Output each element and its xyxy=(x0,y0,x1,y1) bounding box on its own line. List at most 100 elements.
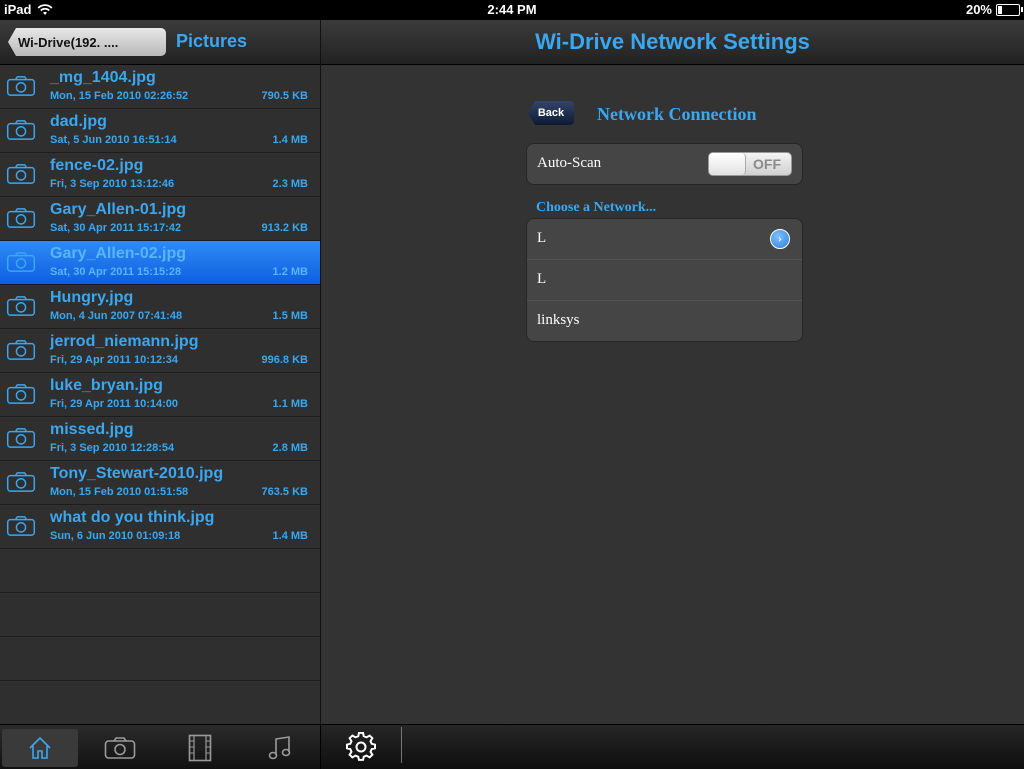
camera-icon xyxy=(6,340,36,360)
camera-icon xyxy=(6,164,36,184)
toolbar-divider xyxy=(401,727,402,763)
file-row[interactable]: Hungry.jpg Mon, 4 Jun 2007 07:41:48 1.5 MB xyxy=(0,285,320,329)
tab-camera[interactable] xyxy=(82,729,158,767)
file-size: 763.5 KB xyxy=(261,486,308,498)
file-name: dad.jpg xyxy=(50,113,107,130)
music-icon xyxy=(268,736,291,760)
camera-icon xyxy=(6,120,36,140)
back-button[interactable]: Back xyxy=(528,101,574,125)
file-name: missed.jpg xyxy=(50,421,134,438)
file-date: Fri, 29 Apr 2011 10:12:34 xyxy=(50,354,179,366)
file-row[interactable]: _mg_1404.jpg Mon, 15 Feb 2010 02:26:52 790… xyxy=(0,65,320,109)
file-size: 2.3 MB xyxy=(272,178,308,190)
camera-icon xyxy=(6,428,36,448)
file-size: 1.4 MB xyxy=(272,134,308,146)
file-size: 790.5 KB xyxy=(261,90,308,102)
tab-video[interactable] xyxy=(162,729,238,767)
wi-drive-back-button[interactable]: Wi-Drive(192. .... xyxy=(8,28,166,56)
file-date: Sat, 30 Apr 2011 15:15:28 xyxy=(50,266,182,278)
auto-scan-label: Auto-Scan xyxy=(537,155,602,171)
file-size: 2.8 MB xyxy=(272,442,308,454)
toggle-state: OFF xyxy=(753,156,781,172)
file-name: what do you think.jpg xyxy=(50,509,215,526)
file-size: 1.1 MB xyxy=(272,398,308,410)
camera-icon xyxy=(6,384,36,404)
file-size: 1.4 MB xyxy=(272,530,308,542)
status-bar: iPad 2:44 PM 20% xyxy=(0,0,1024,20)
file-date: Sat, 30 Apr 2011 15:17:42 xyxy=(50,222,182,234)
auto-scan-group: Auto-Scan OFF xyxy=(526,143,803,185)
auto-scan-row: Auto-Scan OFF xyxy=(527,144,802,184)
file-date: Sat, 5 Jun 2010 16:51:14 xyxy=(50,134,177,146)
detail-disclosure-icon[interactable]: › xyxy=(770,229,790,249)
camera-icon xyxy=(6,76,36,96)
status-right: 20% xyxy=(965,2,1023,17)
file-date: Fri, 3 Sep 2010 12:28:54 xyxy=(50,442,175,454)
tab-music[interactable] xyxy=(242,729,318,767)
choose-network-label: Choose a Network... xyxy=(536,200,657,215)
file-row[interactable]: luke_bryan.jpg Fri, 29 Apr 2011 10:14:00 1… xyxy=(0,373,320,417)
home-icon xyxy=(29,736,51,759)
tab-bar xyxy=(0,724,320,769)
file-size: 913.2 KB xyxy=(261,222,308,234)
file-date: Sun, 6 Jun 2010 01:09:18 xyxy=(50,530,181,542)
settings-header: Wi-Drive Network Settings xyxy=(321,20,1024,65)
file-list: _mg_1404.jpg Mon, 15 Feb 2010 02:26:52 790… xyxy=(0,65,320,725)
file-name: Gary_Allen-02.jpg xyxy=(50,245,187,262)
file-row[interactable]: fence-02.jpg Fri, 3 Sep 2010 13:12:46 2.3 … xyxy=(0,153,320,197)
file-browser-header: Wi-Drive(192. .... Pictures xyxy=(0,20,320,65)
folder-title: Pictures xyxy=(176,31,248,51)
file-row[interactable]: Gary_Allen-02.jpg Sat, 30 Apr 2011 15:15:… xyxy=(0,241,320,285)
tab-home[interactable] xyxy=(2,729,78,767)
file-browser-panel: Wi-Drive(192. .... Pictures _mg_1404.jpg… xyxy=(0,20,321,725)
battery-percent: 20% xyxy=(965,2,992,17)
file-date: Fri, 3 Sep 2010 13:12:46 xyxy=(50,178,175,190)
camera-icon xyxy=(6,516,36,536)
file-name: fence-02.jpg xyxy=(50,157,144,174)
file-name: luke_bryan.jpg xyxy=(50,377,163,394)
section-title: Network Connection xyxy=(597,104,757,124)
network-name: L xyxy=(537,230,547,246)
file-name: Gary_Allen-01.jpg xyxy=(50,201,187,218)
empty-row xyxy=(0,593,320,637)
file-name: jerrod_niemann.jpg xyxy=(50,333,199,350)
settings-button[interactable] xyxy=(345,731,377,763)
settings-panel: Wi-Drive Network Settings Back Network C… xyxy=(321,20,1024,724)
network-name: linksys xyxy=(537,312,580,328)
camera-icon xyxy=(6,296,36,316)
file-row[interactable]: Gary_Allen-01.jpg Sat, 30 Apr 2011 15:17:… xyxy=(0,197,320,241)
camera-icon xyxy=(6,472,36,492)
page-title: Wi-Drive Network Settings xyxy=(535,29,810,54)
file-row[interactable]: what do you think.jpg Sun, 6 Jun 2010 01:… xyxy=(0,505,320,549)
camera-icon xyxy=(6,252,36,272)
auto-scan-toggle[interactable]: OFF xyxy=(708,152,792,176)
file-name: Hungry.jpg xyxy=(50,289,134,306)
gear-icon xyxy=(346,732,376,761)
empty-row xyxy=(0,681,320,725)
toggle-knob xyxy=(709,153,746,175)
file-date: Mon, 15 Feb 2010 02:26:52 xyxy=(50,90,189,102)
file-name: Tony_Stewart-2010.jpg xyxy=(50,465,224,482)
file-date: Mon, 4 Jun 2007 07:41:48 xyxy=(50,310,183,322)
camera-icon xyxy=(104,737,136,759)
network-list: L › Llinksys xyxy=(526,218,803,342)
file-row[interactable]: jerrod_niemann.jpg Fri, 29 Apr 2011 10:12… xyxy=(0,329,320,373)
file-size: 1.5 MB xyxy=(272,310,308,322)
file-name: _mg_1404.jpg xyxy=(50,69,156,86)
file-size: 1.2 MB xyxy=(272,266,308,278)
network-name: L xyxy=(537,271,547,287)
file-row[interactable]: dad.jpg Sat, 5 Jun 2010 16:51:14 1.4 MB xyxy=(0,109,320,153)
file-row[interactable]: missed.jpg Fri, 3 Sep 2010 12:28:54 2.8 MB xyxy=(0,417,320,461)
film-icon xyxy=(188,734,212,762)
clock: 2:44 PM xyxy=(487,2,537,17)
network-row[interactable]: linksys xyxy=(527,301,802,341)
file-row[interactable]: Tony_Stewart-2010.jpg Mon, 15 Feb 2010 01… xyxy=(0,461,320,505)
empty-row xyxy=(0,637,320,681)
network-row[interactable]: L › xyxy=(527,219,802,260)
file-date: Mon, 15 Feb 2010 01:51:58 xyxy=(50,486,189,498)
network-row[interactable]: L xyxy=(527,260,802,301)
settings-toolbar xyxy=(321,724,1024,769)
battery-icon xyxy=(996,3,1023,16)
empty-row xyxy=(0,549,320,593)
camera-icon xyxy=(6,208,36,228)
